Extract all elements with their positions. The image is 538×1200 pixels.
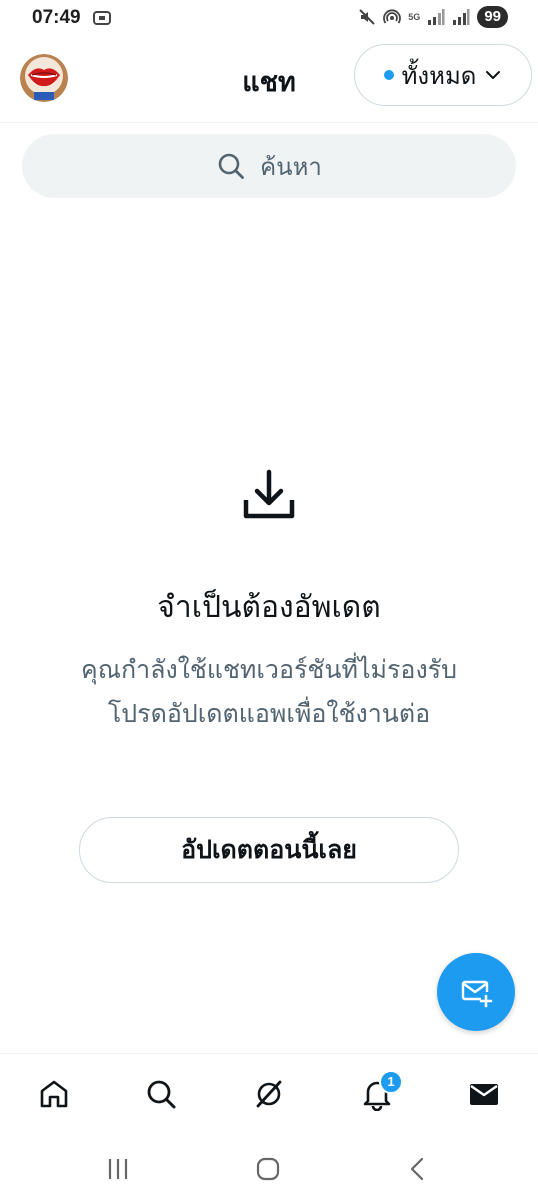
- status-icons: 5G 99: [358, 6, 508, 28]
- nav-search[interactable]: [141, 1074, 181, 1114]
- mute-icon: [359, 9, 376, 25]
- bottom-navigation: 1: [0, 1053, 538, 1138]
- status-time: 07:49: [32, 7, 81, 28]
- new-message-icon: [461, 980, 493, 1008]
- top-app-bar: แชท ทั้งหมด: [0, 36, 538, 123]
- system-home-button[interactable]: [248, 1151, 288, 1187]
- update-required-title: จำเป็นต้องอัพเดต: [157, 590, 381, 625]
- status-bar: 07:49 5G 99: [0, 0, 538, 36]
- recent-apps-icon: [108, 1159, 128, 1179]
- download-icon: [243, 469, 295, 519]
- back-icon: [410, 1157, 424, 1181]
- screen-record-icon: [93, 11, 111, 25]
- recent-apps-button[interactable]: [98, 1151, 138, 1187]
- active-filter-dot: [383, 70, 394, 80]
- search-icon: [147, 1080, 176, 1109]
- filter-label: ทั้งหมด: [401, 61, 477, 90]
- search-icon: [218, 153, 245, 179]
- search-input[interactable]: ค้นหา: [22, 134, 516, 198]
- signal-icon: [453, 9, 470, 25]
- system-back-button[interactable]: [398, 1151, 438, 1187]
- home-icon: [40, 1080, 68, 1108]
- grok-icon: [256, 1080, 282, 1108]
- hotspot-icon: [383, 9, 402, 24]
- network-type: 5G: [408, 11, 421, 22]
- nav-messages[interactable]: [464, 1074, 504, 1114]
- nav-grok[interactable]: [249, 1074, 289, 1114]
- system-navigation: [0, 1137, 538, 1200]
- signal-icon: [428, 9, 445, 25]
- nav-notifications[interactable]: 1: [357, 1070, 403, 1114]
- nav-home[interactable]: [34, 1074, 74, 1114]
- battery-indicator: 99: [477, 6, 508, 28]
- update-now-button[interactable]: อัปเดตตอนนี้เลย: [79, 817, 459, 883]
- new-message-button[interactable]: [437, 953, 515, 1031]
- update-required-message: คุณกำลังใช้แชทเวอร์ชันที่ไม่รองรับ โปรดอ…: [81, 655, 457, 728]
- update-now-label: อัปเดตตอนนี้เลย: [181, 835, 357, 864]
- messages-icon: [470, 1084, 498, 1105]
- home-circle-icon: [256, 1157, 280, 1181]
- chevron-down-icon: [486, 71, 501, 79]
- filter-dropdown[interactable]: ทั้งหมด: [354, 44, 532, 106]
- notification-count-badge: 1: [379, 1070, 403, 1094]
- search-placeholder: ค้นหา: [260, 152, 322, 181]
